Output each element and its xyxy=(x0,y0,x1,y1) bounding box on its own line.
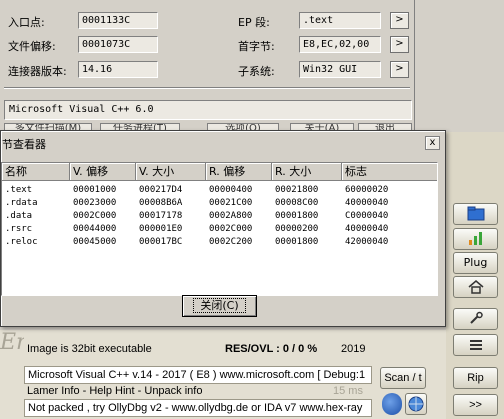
column-flags[interactable]: 标志 xyxy=(342,163,437,181)
linker-field[interactable]: 14.16 xyxy=(78,61,158,78)
section-cell: .reloc xyxy=(5,237,38,247)
ep-section-button[interactable]: > xyxy=(390,12,409,29)
right-panel xyxy=(414,0,504,132)
stats-button[interactable] xyxy=(453,228,498,250)
res-ovl-text: RES/OVL : 0 / 0 % xyxy=(225,343,318,355)
column-v-offset[interactable]: V. 偏移 xyxy=(70,163,136,181)
section-viewer-dialog: 节查看器 x 名称 V. 偏移 V. 大小 R. 偏移 R. 大小 标志 .te… xyxy=(0,130,446,327)
section-cell: 00017178 xyxy=(139,211,183,221)
section-cell: 00044000 xyxy=(73,224,117,234)
compiler-field[interactable]: Microsoft Visual C++ 6.0 xyxy=(4,100,412,120)
section-cell: 60000020 xyxy=(345,185,389,195)
section-row[interactable]: .text 00001000 000217D4 00000400 00021800 600… xyxy=(2,184,437,197)
section-cell: .text xyxy=(5,185,33,195)
scan-button[interactable]: Scan / t xyxy=(380,367,426,389)
globe-button[interactable] xyxy=(405,393,427,415)
section-cell: .rdata xyxy=(5,198,38,208)
entry-point-label: 入口点: xyxy=(8,16,45,29)
section-row[interactable]: .rsrc 00044000 000001E0 0002C000 00000200 400… xyxy=(2,223,437,236)
subsystem-field[interactable]: Win32 GUI xyxy=(299,61,381,78)
section-row[interactable]: .data 0002C000 00017178 0002A800 00001800 C00… xyxy=(2,210,437,223)
more-button[interactable]: >> xyxy=(453,394,498,416)
menu-icon xyxy=(467,340,485,355)
section-cell: 00000200 xyxy=(275,224,319,234)
open-folder-button[interactable] xyxy=(453,203,498,225)
tools-icon xyxy=(467,311,485,329)
section-cell: 40000040 xyxy=(345,198,389,208)
packer-line[interactable]: Not packed , try OllyDbg v2 - www.ollydb… xyxy=(24,399,372,417)
section-cell: 00001000 xyxy=(73,185,117,195)
section-cell: 00021800 xyxy=(275,185,319,195)
column-r-offset[interactable]: R. 偏移 xyxy=(206,163,272,181)
first-bytes-button[interactable]: > xyxy=(390,36,409,53)
ep-section-label: EP 段: xyxy=(238,16,270,29)
year-text: 2019 xyxy=(341,343,366,355)
section-cell: 00008B6A xyxy=(139,198,183,208)
image-type-text: Image is 32bit executable xyxy=(27,343,152,355)
section-cell: 00001800 xyxy=(275,211,319,221)
subsystem-label: 子系统: xyxy=(238,65,275,78)
file-offset-label: 文件偏移: xyxy=(8,40,56,53)
ep-section-field[interactable]: .text xyxy=(299,12,381,29)
section-cell: 00045000 xyxy=(73,237,117,247)
section-cell: 000001E0 xyxy=(139,224,183,234)
first-bytes-label: 首字节: xyxy=(238,40,275,53)
task-view-button[interactable]: 任务进程(T) xyxy=(100,123,180,130)
section-cell: 42000040 xyxy=(345,237,389,247)
globe-icon xyxy=(406,396,426,417)
tools-button[interactable] xyxy=(453,308,498,330)
refresh-icon[interactable] xyxy=(382,393,402,415)
section-cell: .data xyxy=(5,211,33,221)
close-dialog-label: 关闭(C) xyxy=(193,298,246,313)
section-cell: C0000040 xyxy=(345,211,389,221)
section-row[interactable]: .reloc 00045000 000017BC 0002C200 00001800 42… xyxy=(2,236,437,249)
section-cell: 00023000 xyxy=(73,198,117,208)
close-dialog-button[interactable]: 关闭(C) xyxy=(182,295,257,317)
section-cell: 0002A800 xyxy=(209,211,253,221)
section-row[interactable]: .rdata 00023000 00008B6A 00021C00 00008C00 40… xyxy=(2,197,437,210)
subsystem-button[interactable]: > xyxy=(390,61,409,78)
exit-button[interactable]: 退出 xyxy=(358,123,412,130)
section-table: 名称 V. 偏移 V. 大小 R. 偏移 R. 大小 标志 .text 00001… xyxy=(1,162,438,296)
separator xyxy=(4,87,410,89)
compiler-line[interactable]: Microsoft Visual C++ v.14 - 2017 ( E8 ) … xyxy=(24,366,372,384)
linker-label: 连接器版本: xyxy=(8,65,67,78)
section-cell: 00008C00 xyxy=(275,198,319,208)
rip-button[interactable]: Rip xyxy=(453,367,498,389)
menu-button[interactable] xyxy=(453,334,498,356)
dialog-title: 节查看器 xyxy=(2,138,46,151)
column-v-size[interactable]: V. 大小 xyxy=(136,163,206,181)
first-bytes-field[interactable]: E8,EC,02,00 xyxy=(299,36,381,53)
options-button[interactable]: 选项(O) xyxy=(207,123,279,130)
column-r-size[interactable]: R. 大小 xyxy=(272,163,342,181)
home-button[interactable] xyxy=(453,276,498,298)
dialog-title-bar[interactable]: 节查看器 x xyxy=(2,132,445,154)
section-cell: 00000400 xyxy=(209,185,253,195)
section-cell: 40000040 xyxy=(345,224,389,234)
section-cell: 00021C00 xyxy=(209,198,253,208)
plug-button[interactable]: Plug xyxy=(453,252,498,274)
folder-icon xyxy=(467,206,485,224)
section-table-header: 名称 V. 偏移 V. 大小 R. 偏移 R. 大小 标志 xyxy=(2,163,437,181)
entry-point-field[interactable]: 0001133C xyxy=(78,12,158,29)
chart-icon xyxy=(467,232,485,249)
section-cell: 00001800 xyxy=(275,237,319,247)
column-name[interactable]: 名称 xyxy=(2,163,70,181)
file-offset-field[interactable]: 0001073C xyxy=(78,36,158,53)
section-cell: 0002C000 xyxy=(73,211,117,221)
about-button[interactable]: 关于(A) xyxy=(290,123,354,130)
section-cell: .rsrc xyxy=(5,224,33,234)
section-cell: 000217D4 xyxy=(139,185,183,195)
multi-scan-button[interactable]: 多文件扫描(M) xyxy=(4,123,92,130)
home-icon xyxy=(467,280,485,297)
section-cell: 0002C000 xyxy=(209,224,253,234)
section-cell: 0002C200 xyxy=(209,237,253,247)
watermark: Ene xyxy=(0,330,24,355)
section-cell: 000017BC xyxy=(139,237,183,247)
close-icon[interactable]: x xyxy=(425,136,440,150)
